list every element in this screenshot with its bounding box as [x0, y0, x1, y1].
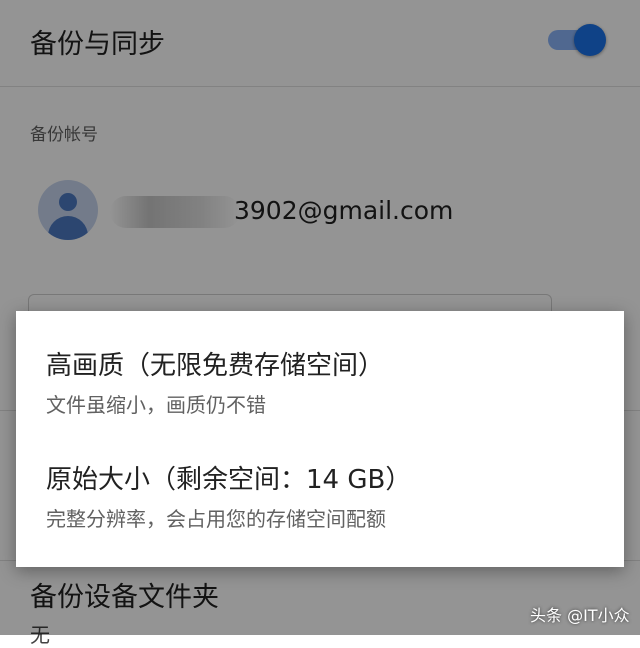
option-original-size[interactable]: 原始大小（剩余空间：14 GB） 完整分辨率，会占用您的存储空间配额	[16, 449, 624, 559]
option-high-quality-title: 高画质（无限免费存储空间）	[46, 351, 385, 381]
upload-size-dialog: 高画质（无限免费存储空间） 文件虽缩小，画质仍不错 原始大小（剩余空间：14 G…	[16, 311, 624, 567]
watermark: 头条 @IT小众	[530, 606, 630, 625]
backup-settings-screen: 备份与同步 备份帐号 3902@gmail.com 备份设备文件夹 无 高画质（…	[0, 0, 640, 647]
option-original-size-description: 完整分辨率，会占用您的存储空间配额	[46, 507, 386, 531]
option-high-quality-description: 文件虽缩小，画质仍不错	[46, 393, 266, 417]
option-original-size-title: 原始大小（剩余空间：14 GB）	[46, 465, 412, 495]
option-high-quality[interactable]: 高画质（无限免费存储空间） 文件虽缩小，画质仍不错	[16, 335, 624, 445]
